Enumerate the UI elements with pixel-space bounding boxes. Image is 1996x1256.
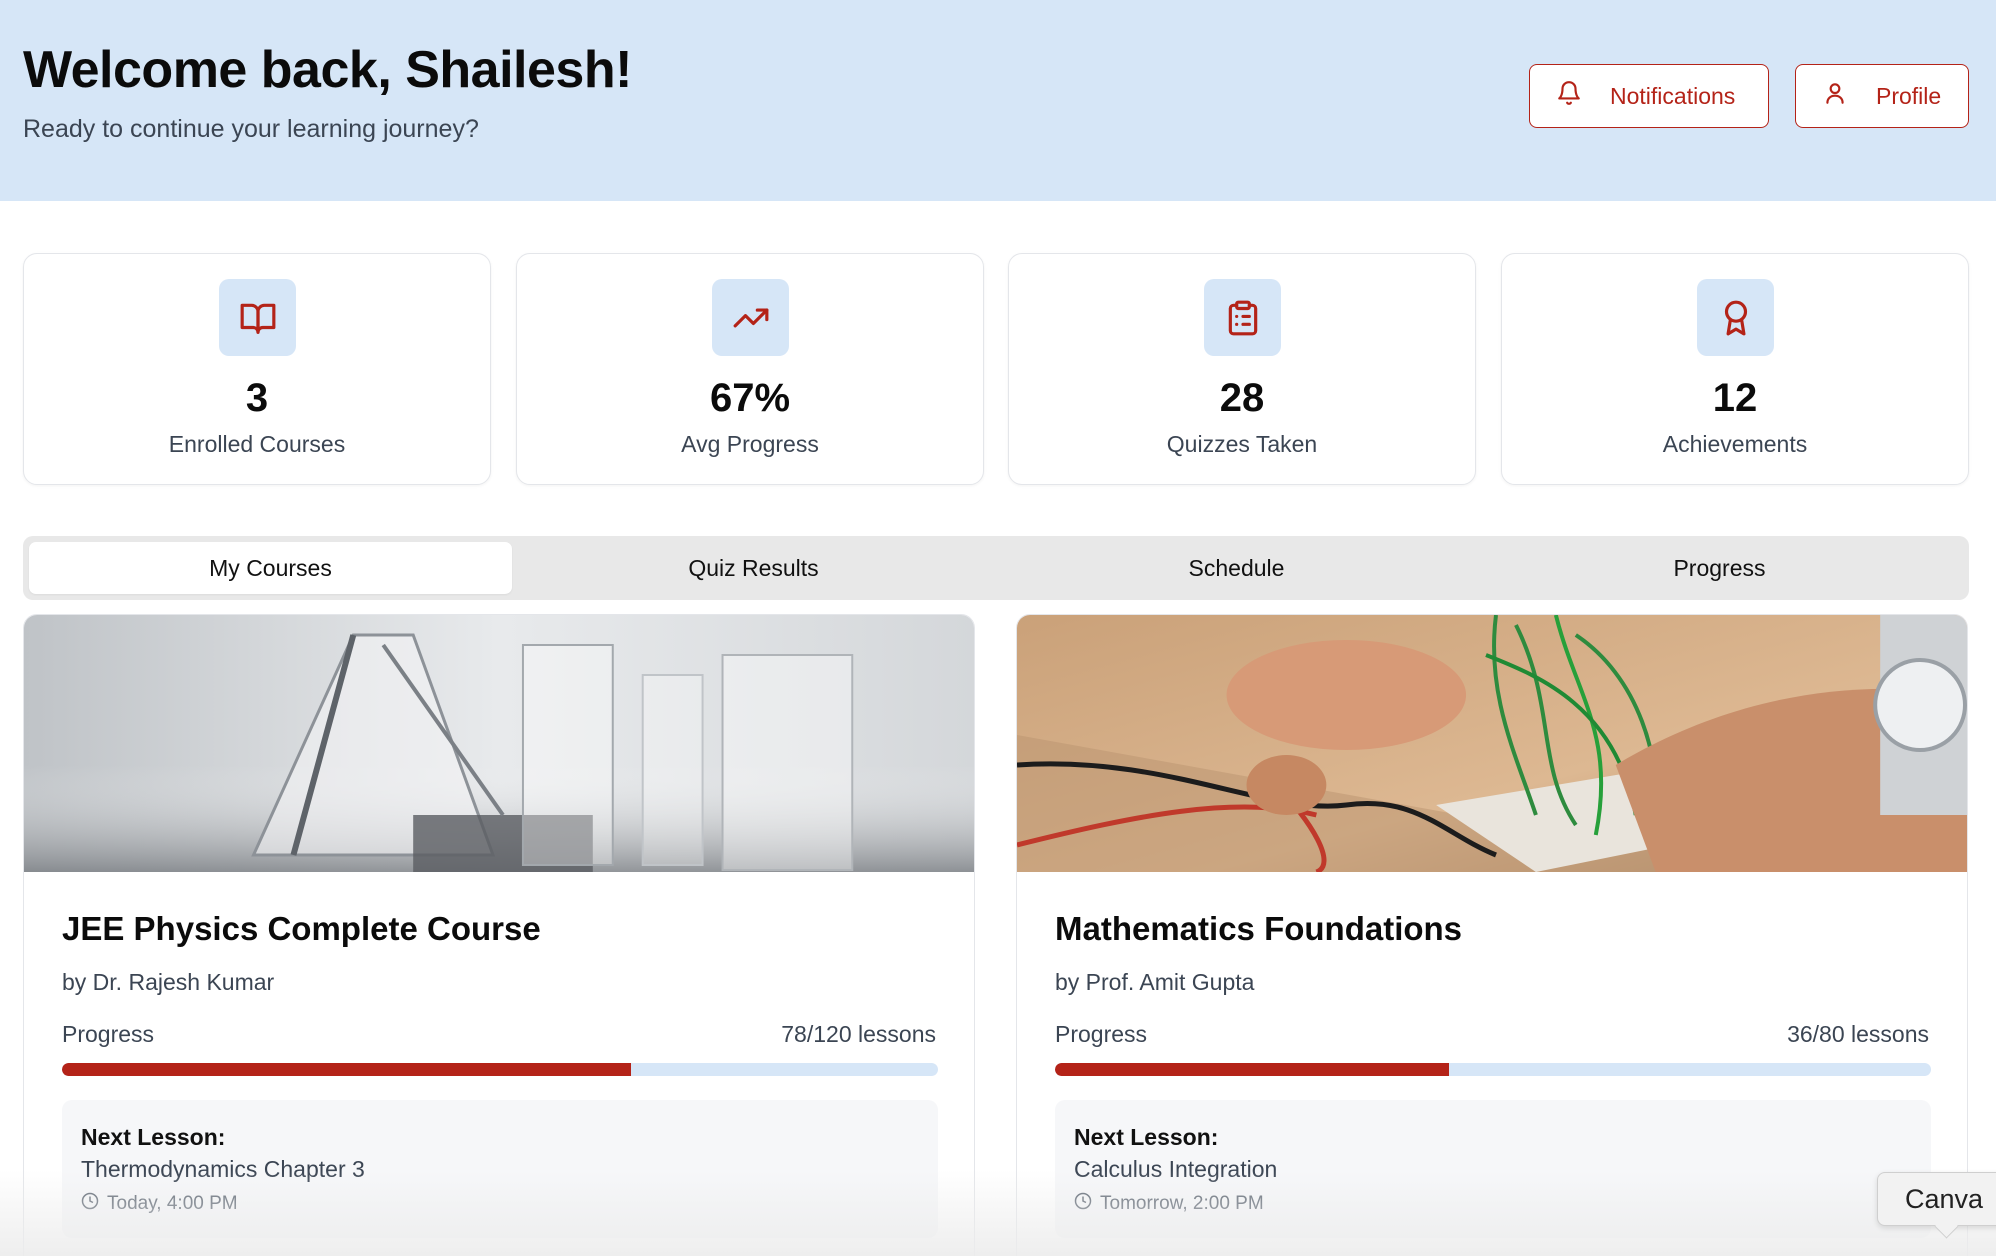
stat-card-enrolled-courses: 3 Enrolled Courses xyxy=(23,253,491,485)
stat-card-quizzes-taken: 28 Quizzes Taken xyxy=(1008,253,1476,485)
tab-progress[interactable]: Progress xyxy=(1478,542,1961,594)
next-lesson-title: Calculus Integration xyxy=(1074,1156,1278,1182)
trending-up-icon xyxy=(712,279,789,356)
profile-button[interactable]: Profile xyxy=(1795,64,1969,128)
course-thumbnail-breadboard xyxy=(1017,615,1967,872)
progress-bar xyxy=(1055,1063,1931,1076)
page-subtitle: Ready to continue your learning journey? xyxy=(23,115,479,143)
course-title: Mathematics Foundations xyxy=(1055,910,1463,947)
next-lesson-panel[interactable]: Next Lesson: Calculus Integration Tomorr… xyxy=(1055,1100,1931,1238)
progress-bar xyxy=(62,1063,938,1076)
next-lesson-panel[interactable]: Next Lesson: Thermodynamics Chapter 3 To… xyxy=(62,1100,938,1238)
stat-label: Enrolled Courses xyxy=(168,431,346,457)
course-title: JEE Physics Complete Course xyxy=(62,910,541,947)
stat-card-achievements: 12 Achievements xyxy=(1501,253,1969,485)
next-lesson-time: Tomorrow, 2:00 PM xyxy=(1074,1192,1264,1216)
profile-label: Profile xyxy=(1876,82,1942,109)
stat-value: 3 xyxy=(245,376,269,420)
clock-icon xyxy=(1074,1192,1092,1216)
next-lesson-label: Next Lesson: xyxy=(1074,1124,1219,1150)
stat-label: Avg Progress xyxy=(681,431,819,457)
tab-schedule[interactable]: Schedule xyxy=(995,542,1478,594)
notifications-button[interactable]: Notifications xyxy=(1529,64,1769,128)
stat-label: Quizzes Taken xyxy=(1166,431,1318,457)
welcome-header: Welcome back, Shailesh! Ready to continu… xyxy=(0,0,1996,201)
next-lesson-time-text: Today, 4:00 PM xyxy=(107,1193,238,1214)
progress-label: Progress xyxy=(62,1021,155,1047)
stat-card-avg-progress: 67% Avg Progress xyxy=(516,253,984,485)
next-lesson-time-text: Tomorrow, 2:00 PM xyxy=(1100,1193,1264,1214)
progress-fill xyxy=(1055,1063,1450,1076)
course-card-jee-physics[interactable]: JEE Physics Complete Course by Dr. Rajes… xyxy=(23,614,975,1256)
course-instructor: by Dr. Rajesh Kumar xyxy=(62,969,275,995)
clipboard-list-icon xyxy=(1204,279,1281,356)
next-lesson-title: Thermodynamics Chapter 3 xyxy=(81,1156,365,1182)
progress-label: Progress xyxy=(1055,1021,1148,1047)
page-title: Welcome back, Shailesh! xyxy=(23,41,632,99)
stat-value: 67% xyxy=(709,376,791,420)
book-open-icon xyxy=(219,279,296,356)
tab-my-courses[interactable]: My Courses xyxy=(29,542,512,594)
course-card-mathematics-foundations[interactable]: Mathematics Foundations by Prof. Amit Gu… xyxy=(1016,614,1968,1256)
tab-bar: My Courses Quiz Results Schedule Progres… xyxy=(23,536,1969,600)
course-thumbnail-lab-glassware xyxy=(24,615,974,872)
bell-icon xyxy=(1556,80,1582,112)
lessons-count: 78/120 lessons xyxy=(781,1021,936,1047)
next-lesson-label: Next Lesson: xyxy=(81,1124,226,1150)
notifications-label: Notifications xyxy=(1610,82,1736,109)
tab-quiz-results[interactable]: Quiz Results xyxy=(512,542,995,594)
course-instructor: by Prof. Amit Gupta xyxy=(1055,969,1255,995)
progress-fill xyxy=(62,1063,632,1076)
award-icon xyxy=(1697,279,1774,356)
user-icon xyxy=(1822,80,1848,112)
clock-icon xyxy=(81,1192,99,1216)
canva-tooltip[interactable]: Canva xyxy=(1877,1172,1996,1226)
stat-value: 28 xyxy=(1219,376,1265,420)
stat-value: 12 xyxy=(1712,376,1758,420)
next-lesson-time: Today, 4:00 PM xyxy=(81,1192,238,1216)
lessons-count: 36/80 lessons xyxy=(1787,1021,1929,1047)
stat-label: Achievements xyxy=(1662,431,1808,457)
